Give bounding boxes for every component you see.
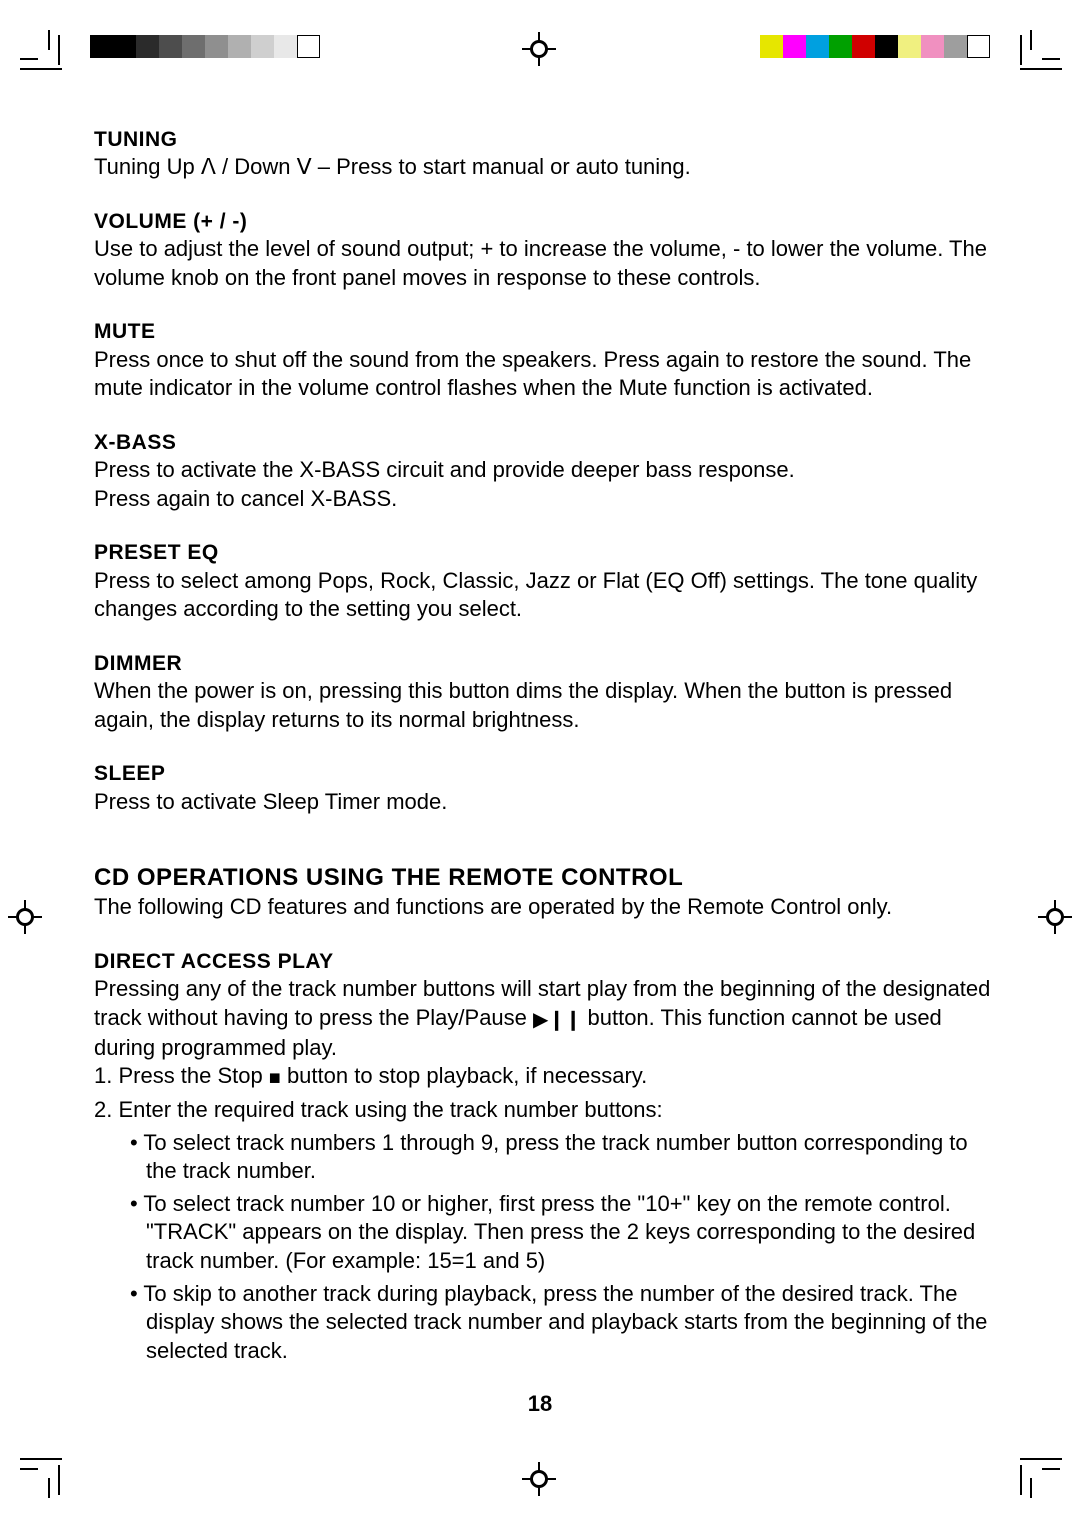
color-swatch	[944, 35, 967, 58]
text: / Down	[222, 154, 297, 179]
gray-swatches	[90, 35, 320, 58]
section-preseteq: PRESET EQ Press to select among Pops, Ro…	[94, 539, 992, 623]
section-cdops: CD OPERATIONS USING THE REMOTE CONTROL T…	[94, 862, 992, 922]
direct-steps: 1. Press the Stop ■ button to stop playb…	[94, 1062, 992, 1124]
heading-preseteq: PRESET EQ	[94, 539, 992, 566]
cropmark	[20, 1458, 62, 1460]
body-xbass-line2: Press again to cancel X-BASS.	[94, 485, 992, 514]
text: 1. Press the Stop	[94, 1063, 269, 1088]
gray-swatch	[90, 35, 113, 58]
body-xbass-line1: Press to activate the X-BASS circuit and…	[94, 456, 992, 485]
bullet-1: To select track numbers 1 through 9, pre…	[122, 1129, 992, 1186]
body-cdops: The following CD features and functions …	[94, 893, 992, 922]
section-volume: VOLUME (+ / -) Use to adjust the level o…	[94, 208, 992, 292]
play-pause-icon: ▶❙❙	[533, 1009, 581, 1031]
bullet-3: To skip to another track during playback…	[122, 1280, 992, 1366]
step-1: 1. Press the Stop ■ button to stop playb…	[94, 1062, 992, 1092]
color-swatch	[806, 35, 829, 58]
body-tuning: Tuning Up ᐱ / Down ᐯ – Press to start ma…	[94, 153, 992, 182]
color-swatch	[967, 35, 990, 58]
gray-swatch	[159, 35, 182, 58]
section-direct-access: DIRECT ACCESS PLAY Pressing any of the t…	[94, 948, 992, 1365]
gray-swatch	[205, 35, 228, 58]
heading-mute: MUTE	[94, 318, 992, 345]
body-sleep: Press to activate Sleep Timer mode.	[94, 788, 992, 817]
gray-swatch	[136, 35, 159, 58]
section-xbass: X-BASS Press to activate the X-BASS circ…	[94, 429, 992, 513]
text: button to stop playback, if necessary.	[281, 1063, 647, 1088]
gray-swatch	[274, 35, 297, 58]
heading-direct: DIRECT ACCESS PLAY	[94, 948, 992, 975]
section-tuning: TUNING Tuning Up ᐱ / Down ᐯ – Press to s…	[94, 126, 992, 182]
heading-xbass: X-BASS	[94, 429, 992, 456]
cropmark	[1042, 1468, 1060, 1470]
heading-volume: VOLUME (+ / -)	[94, 208, 992, 235]
body-mute: Press once to shut off the sound from th…	[94, 346, 992, 403]
color-swatch	[921, 35, 944, 58]
color-swatch	[852, 35, 875, 58]
body-volume: Use to adjust the level of sound output;…	[94, 235, 992, 292]
color-swatch	[760, 35, 783, 58]
cropmark	[20, 1468, 38, 1470]
cropmark	[20, 68, 62, 70]
stop-icon: ■	[269, 1067, 281, 1089]
registration-mark-icon	[8, 900, 42, 934]
gray-swatch	[251, 35, 274, 58]
up-arrow-icon: ᐱ	[201, 154, 216, 179]
body-direct-intro: Pressing any of the track number buttons…	[94, 975, 992, 1062]
body-preseteq: Press to select among Pops, Rock, Classi…	[94, 567, 992, 624]
color-swatch	[898, 35, 921, 58]
heading-cdops: CD OPERATIONS USING THE REMOTE CONTROL	[94, 862, 992, 893]
body-dimmer: When the power is on, pressing this butt…	[94, 677, 992, 734]
cropmark	[58, 1465, 60, 1495]
color-swatch	[829, 35, 852, 58]
registration-mark-icon	[522, 32, 556, 66]
registration-mark-icon	[1038, 900, 1072, 934]
cropmark	[58, 35, 60, 65]
cropmark	[1020, 1465, 1022, 1495]
heading-sleep: SLEEP	[94, 760, 992, 787]
heading-tuning: TUNING	[94, 126, 992, 153]
section-sleep: SLEEP Press to activate Sleep Timer mode…	[94, 760, 992, 816]
cropmark	[1020, 68, 1062, 70]
direct-bullets: To select track numbers 1 through 9, pre…	[122, 1129, 992, 1366]
color-swatch	[875, 35, 898, 58]
gray-swatch	[113, 35, 136, 58]
cropmark	[20, 58, 38, 60]
cropmark	[1030, 30, 1032, 50]
cropmark	[48, 1478, 50, 1498]
color-swatches	[760, 35, 990, 58]
cropmark	[1030, 1478, 1032, 1498]
down-arrow-icon: ᐯ	[297, 154, 312, 179]
cropmark	[1020, 1458, 1062, 1460]
content-column: TUNING Tuning Up ᐱ / Down ᐯ – Press to s…	[94, 126, 992, 1399]
bullet-2: To select track number 10 or higher, fir…	[122, 1190, 992, 1276]
step-2: 2. Enter the required track using the tr…	[94, 1096, 992, 1125]
gray-swatch	[182, 35, 205, 58]
cropmark	[1020, 35, 1022, 65]
cropmark	[1042, 58, 1060, 60]
page-number: 18	[0, 1390, 1080, 1419]
gray-swatch	[228, 35, 251, 58]
manual-page: TUNING Tuning Up ᐱ / Down ᐯ – Press to s…	[0, 0, 1080, 1528]
text: Tuning Up	[94, 154, 201, 179]
cropmark	[48, 30, 50, 50]
section-dimmer: DIMMER When the power is on, pressing th…	[94, 650, 992, 734]
heading-dimmer: DIMMER	[94, 650, 992, 677]
gray-swatch	[297, 35, 320, 58]
text: – Press to start manual or auto tuning.	[318, 154, 691, 179]
section-mute: MUTE Press once to shut off the sound fr…	[94, 318, 992, 402]
registration-mark-icon	[522, 1462, 556, 1496]
color-swatch	[783, 35, 806, 58]
